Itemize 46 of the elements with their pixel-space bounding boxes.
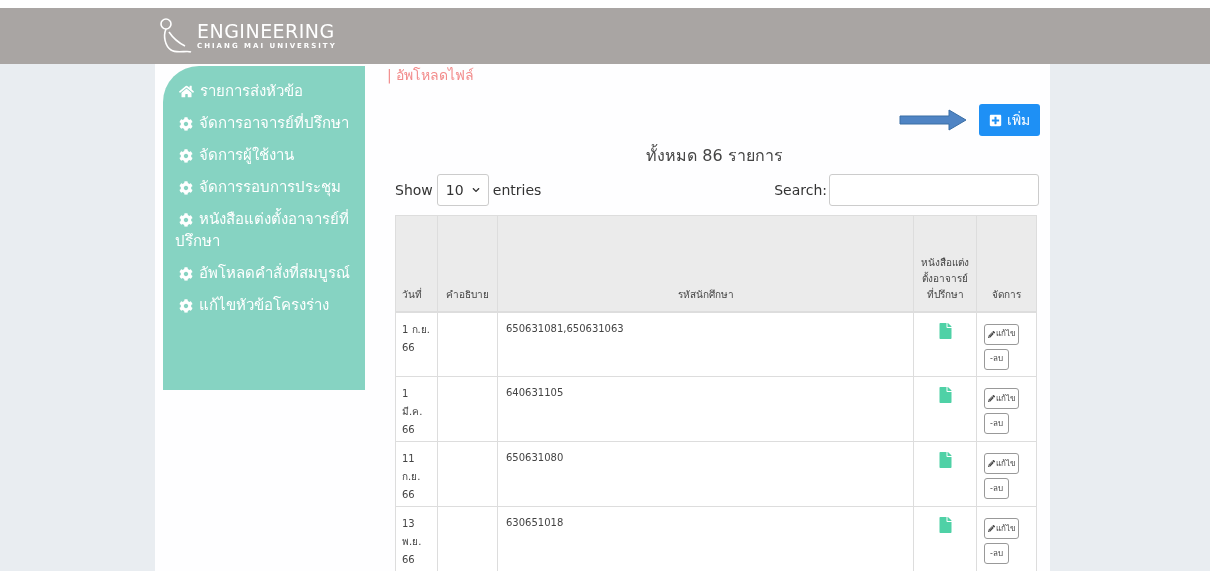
column-header[interactable]: วันที่ xyxy=(395,215,438,312)
date-cell: 11 ก.ย. 66 xyxy=(395,441,438,507)
gear-icon xyxy=(179,266,193,281)
file-icon[interactable] xyxy=(938,452,952,468)
chevron-down-icon xyxy=(471,186,480,194)
student-id-cell: 650631080 xyxy=(497,441,914,507)
total-count: ทั้งหมด 86 รายการ xyxy=(645,144,784,167)
delete-button[interactable]: -ลบ xyxy=(984,413,1009,434)
pencil-icon xyxy=(988,460,995,467)
file-icon[interactable] xyxy=(938,387,952,403)
logo-title: ENGINEERING xyxy=(197,22,336,41)
show-label: Show xyxy=(395,180,433,200)
edit-button[interactable]: แก้ไข xyxy=(984,453,1019,474)
gear-icon xyxy=(179,148,193,163)
file-icon[interactable] xyxy=(938,517,952,533)
gear-icon xyxy=(179,180,193,195)
edit-button[interactable]: แก้ไข xyxy=(984,323,1019,345)
pencil-icon xyxy=(988,330,995,338)
date-cell: 1 ก.ย. 66 xyxy=(395,311,438,377)
delete-button[interactable]: -ลบ xyxy=(984,478,1009,499)
pencil-icon xyxy=(988,395,995,402)
edit-button[interactable]: แก้ไข xyxy=(984,388,1019,409)
gear-icon xyxy=(179,116,193,131)
delete-button[interactable]: -ลบ xyxy=(984,348,1009,370)
column-header[interactable]: จัดการ xyxy=(976,215,1037,312)
student-id-cell: 640631105 xyxy=(497,376,914,442)
pencil-icon xyxy=(988,525,995,532)
breadcrumb: | อัพโหลดไฟล์ xyxy=(387,66,476,84)
entries-label: entries xyxy=(492,180,542,200)
search-label: Search: xyxy=(774,180,827,200)
file-icon[interactable] xyxy=(938,322,952,339)
arrow-icon xyxy=(899,109,967,131)
entries-select[interactable]: 10 xyxy=(436,174,489,206)
date-cell: 1 มี.ค. 66 xyxy=(395,376,438,442)
gear-icon xyxy=(179,298,193,313)
edit-button[interactable]: แก้ไข xyxy=(984,518,1019,539)
search-field[interactable] xyxy=(829,174,1039,206)
home-icon xyxy=(179,84,194,99)
plus-icon xyxy=(989,113,1002,127)
student-id-cell: 650631081,650631063 xyxy=(497,311,914,377)
column-header[interactable]: รหัสนักศึกษา xyxy=(497,215,914,312)
date-cell: 13 พ.ย. 66 xyxy=(395,506,438,571)
delete-button[interactable]: -ลบ xyxy=(984,543,1009,564)
column-header[interactable]: หนังสือแต่งตั้งอาจารย์ที่ปรึกษา xyxy=(913,215,977,312)
gear-icon xyxy=(179,212,193,227)
column-header[interactable]: คำอธิบาย xyxy=(437,215,498,312)
